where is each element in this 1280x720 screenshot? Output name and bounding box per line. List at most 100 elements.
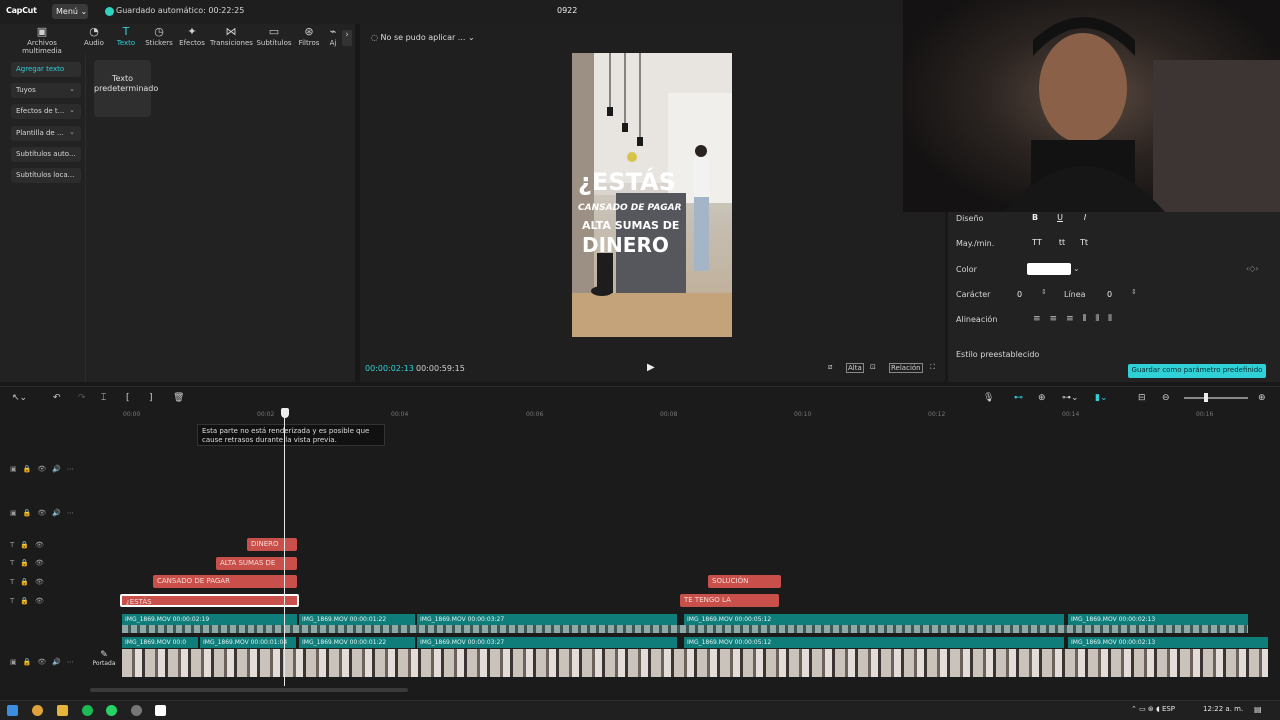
text-clip[interactable]: SOLUCIÓN: [708, 575, 781, 588]
sidebar-item-auto-subtitles[interactable]: Subtítulos auto...: [11, 147, 81, 162]
tabs-scroll-right-icon[interactable]: ›: [342, 30, 352, 46]
sidebar-item-yours[interactable]: Tuyos ⌄: [11, 83, 81, 98]
file-explorer-icon[interactable]: [57, 705, 68, 716]
tab-stickers[interactable]: ◷ Stickers: [144, 26, 174, 50]
main-clip[interactable]: IMG_1869.MOV 00:0: [122, 637, 198, 648]
keyframe-icon[interactable]: ‹◇›: [1246, 264, 1259, 273]
track-controls[interactable]: T🔒👁: [10, 559, 50, 567]
player-status[interactable]: ◌ No se pudo aplicar ... ⌄: [371, 33, 475, 42]
text-clip-selected[interactable]: ¿ESTÁS: [120, 594, 299, 607]
track-controls[interactable]: ▣🔒👁🔊⋯: [10, 658, 80, 666]
color-picker[interactable]: [1027, 263, 1071, 275]
zoom-fit-icon[interactable]: ⊡: [870, 363, 876, 371]
adjust-icon: ⌁: [329, 26, 337, 38]
sidebar-item-local-subtitles[interactable]: Subtítulos loca...: [11, 168, 81, 183]
overlay-clip[interactable]: IMG_1869.MOV 00:00:02:19: [122, 614, 297, 625]
ruler-tick: 00:14: [1062, 411, 1080, 418]
chrome-icon[interactable]: [32, 705, 43, 716]
play-button[interactable]: ▶: [647, 362, 655, 373]
tab-adjust[interactable]: ⌁ Aj: [328, 26, 338, 50]
text-clip[interactable]: TE TENGO LA: [680, 594, 779, 607]
text-clip[interactable]: CANSADO DE PAGAR: [153, 575, 297, 588]
tab-filters[interactable]: ⊛ Filtros: [296, 26, 322, 50]
preview-axis-icon[interactable]: ⊶⌄: [1062, 393, 1079, 403]
overlay-clip[interactable]: IMG_1869.MOV 00:00:02:13: [1068, 614, 1248, 625]
select-tool-icon[interactable]: ↖⌄: [12, 393, 27, 403]
overlay-clip[interactable]: IMG_1869.MOV 00:00:05:12: [684, 614, 1064, 625]
main-clip[interactable]: IMG_1869.MOV 00:00:05:12: [684, 637, 1064, 648]
save-preset-button[interactable]: Guardar como parámetro predefinido: [1128, 364, 1266, 378]
case-lower-button[interactable]: tt: [1054, 236, 1070, 250]
capcut-taskbar-icon[interactable]: [155, 705, 166, 716]
chevron-down-icon[interactable]: ⌄: [1073, 264, 1080, 273]
undo-icon[interactable]: ↶: [53, 393, 61, 403]
zoom-slider-handle[interactable]: [1204, 393, 1208, 402]
sidebar-item-templates[interactable]: Plantilla de ... ⌄: [11, 126, 81, 141]
ratio-button[interactable]: Relación: [889, 363, 923, 373]
zoom-out-icon[interactable]: ⊖: [1162, 393, 1170, 403]
tab-text[interactable]: T Texto: [114, 26, 138, 50]
snap-icon[interactable]: ▮⌄: [1095, 393, 1108, 403]
underline-button[interactable]: U: [1052, 211, 1068, 225]
menu-button[interactable]: Menú ⌄: [52, 4, 88, 19]
trim-right-icon[interactable]: ]: [149, 393, 153, 403]
case-title-button[interactable]: Tt: [1076, 236, 1092, 250]
stepper-icon[interactable]: ⇕: [1041, 288, 1047, 296]
overlay-clip[interactable]: IMG_1869.MOV 00:00:03:27: [417, 614, 677, 625]
cover-button[interactable]: ✎ Portada: [91, 650, 117, 676]
windows-start-icon[interactable]: [7, 705, 18, 716]
split-icon[interactable]: ⌶: [101, 393, 106, 403]
track-controls[interactable]: ▣🔒👁🔊⋯: [10, 509, 80, 517]
zoom-in-icon[interactable]: ⊕: [1258, 393, 1266, 403]
track-controls[interactable]: ▣🔒👁🔊⋯: [10, 465, 80, 473]
alignment-icons[interactable]: ≡≡≡⫴⫴⫴: [1033, 314, 1121, 324]
notification-icon[interactable]: ▤: [1254, 705, 1262, 714]
ruler-tick: 00:04: [391, 411, 409, 418]
fullscreen-icon[interactable]: ⛶: [930, 363, 935, 372]
main-clip[interactable]: IMG_1869.MOV 00:00:03:27: [417, 637, 677, 648]
obs-icon[interactable]: [131, 705, 142, 716]
zoom-slider[interactable]: [1184, 397, 1248, 399]
playhead[interactable]: [284, 410, 285, 686]
italic-button[interactable]: I: [1077, 211, 1093, 225]
default-text-preset[interactable]: Texto predeterminado: [94, 60, 158, 117]
track-controls[interactable]: T🔒👁: [10, 578, 50, 586]
whatsapp-icon[interactable]: [106, 705, 117, 716]
text-clip[interactable]: DINERO: [247, 538, 297, 551]
delete-icon[interactable]: 🗑: [173, 393, 184, 403]
redo-icon[interactable]: ↷: [78, 393, 86, 403]
crop-icon[interactable]: ⧄: [828, 363, 832, 372]
edit-icon: ✎: [100, 650, 108, 660]
quality-button[interactable]: Alta: [846, 363, 864, 373]
tab-subtitles[interactable]: ▭ Subtítulos: [256, 26, 292, 50]
stepper-icon[interactable]: ⇕: [1131, 288, 1137, 296]
tab-transitions[interactable]: ⋈ Transiciones: [210, 26, 253, 50]
loading-icon: ◌: [371, 33, 378, 42]
timeline-scrollbar[interactable]: [90, 688, 408, 692]
trim-left-icon[interactable]: [: [126, 393, 130, 403]
app-logo: CapCut: [6, 6, 37, 15]
microphone-icon[interactable]: 🎙: [983, 393, 994, 403]
video-preview[interactable]: ¿ESTÁS CANSADO DE PAGAR ALTA SUMAS DE DI…: [572, 53, 732, 337]
magnet-icon[interactable]: ⊷: [1014, 393, 1023, 403]
tab-media[interactable]: ▣ Archivos multimedia: [8, 26, 76, 56]
track-controls[interactable]: T🔒👁: [10, 541, 50, 549]
main-clip[interactable]: IMG_1869.MOV 00:00:02:13: [1068, 637, 1268, 648]
main-clip[interactable]: IMG_1869.MOV 00:00:01:04: [200, 637, 296, 648]
track-controls[interactable]: T🔒👁: [10, 597, 50, 605]
tab-effects[interactable]: ✦ Efectos: [178, 26, 206, 50]
case-upper-button[interactable]: TT: [1029, 236, 1045, 250]
main-clip[interactable]: IMG_1869.MOV 00:00:01:22: [299, 637, 415, 648]
system-tray[interactable]: ⌃ ▭ ⊛ ◖ ESP: [1131, 705, 1175, 713]
spotify-icon[interactable]: [82, 705, 93, 716]
playhead-handle[interactable]: [281, 408, 289, 418]
caption-icon[interactable]: ⊟: [1138, 393, 1146, 403]
tab-audio[interactable]: ◔ Audio: [82, 26, 106, 50]
alignment-label: Alineación: [956, 315, 998, 324]
overlay-clip[interactable]: IMG_1869.MOV 00:00:01:22: [299, 614, 415, 625]
sidebar-item-text-effects[interactable]: Efectos de t... ⌄: [11, 104, 81, 119]
link-icon[interactable]: ⊕: [1038, 393, 1046, 403]
sidebar-item-add-text[interactable]: Agregar texto: [11, 62, 81, 77]
windows-taskbar: [0, 700, 1280, 720]
bold-button[interactable]: B: [1027, 211, 1043, 225]
